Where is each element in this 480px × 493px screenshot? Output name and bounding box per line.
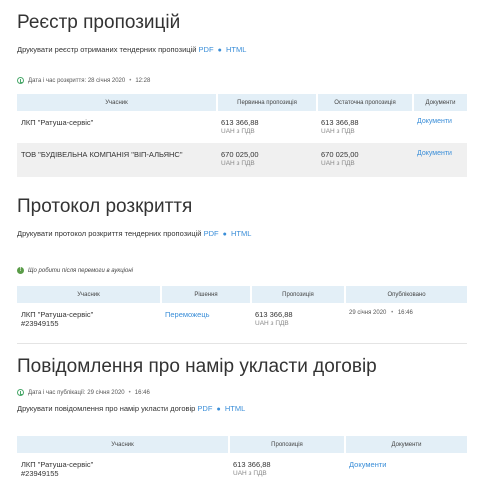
table-row: ЛКП "Ратуша-сервіс" 613 366,88 UAH з ПДВ … (17, 111, 467, 143)
col-documents: Документи (413, 94, 467, 111)
meta-separator: • (128, 389, 131, 396)
currency-label: UAH з ПДВ (321, 160, 355, 167)
col-offer: Пропозиція (251, 286, 346, 303)
link-separator-dot: ● (216, 406, 221, 413)
registry-print-line: Друкувати реєстр отриманих тендерних про… (17, 45, 246, 54)
registry-print-text: Друкувати реєстр отриманих тендерних про… (17, 45, 197, 54)
final-offer-value: 613 366,88 (321, 118, 359, 127)
meta-separator: • (391, 310, 394, 316)
currency-label: UAH з ПДВ (221, 160, 255, 167)
notice-html-link[interactable]: HTML (225, 404, 245, 413)
published-date: 29 січня 2020 (349, 310, 387, 316)
info-icon: ! (17, 267, 24, 274)
documents-link[interactable]: Документи (345, 453, 467, 491)
participant-name: ЛКП "Ратуша-сервіс" (21, 310, 94, 319)
registry-time: 12:28 (135, 77, 151, 84)
col-decision: Рішення (161, 286, 252, 303)
participant-name: ЛКП "Ратуша-сервіс" (21, 118, 94, 127)
protocol-print-text: Друкувати протокол розкриття тендерних п… (17, 229, 202, 238)
currency-label: UAH з ПДВ (321, 128, 355, 135)
notice-table: Учасник Пропозиція Документи ЛКП "Ратуша… (17, 436, 467, 491)
notice-time: 16:46 (134, 389, 150, 396)
protocol-table: Учасник Рішення Пропозиція Опубліковано … (17, 286, 467, 344)
col-initial-offer: Первинна пропозиція (217, 94, 318, 111)
col-final-offer: Остаточна пропозиція (317, 94, 414, 111)
initial-offer-value: 670 025,00 (221, 150, 259, 159)
protocol-print-line: Друкувати протокол розкриття тендерних п… (17, 229, 251, 238)
registry-date: Дата і час розкриття: 28 січня 2020 (28, 77, 126, 84)
initial-offer-value: 613 366,88 (221, 118, 259, 127)
link-separator-dot: ● (222, 231, 227, 238)
offer-value: 613 366,88 (255, 310, 293, 319)
registry-title: Реєстр пропозицій (17, 12, 181, 33)
notice-print-line: Друкувати повідомлення про намір укласти… (17, 404, 245, 413)
col-offer: Пропозиція (229, 436, 346, 453)
notice-pdf-link[interactable]: PDF (197, 404, 212, 413)
clock-icon (17, 77, 24, 84)
final-offer-value: 670 025,00 (321, 150, 359, 159)
documents-link[interactable]: Документи (413, 111, 467, 143)
meta-separator: • (129, 77, 132, 84)
currency-label: UAH з ПДВ (255, 320, 289, 327)
published-time: 16:46 (397, 310, 413, 316)
col-participant: Учасник (17, 286, 162, 303)
col-published: Опубліковано (345, 286, 467, 303)
col-participant: Учасник (17, 94, 218, 111)
table-row: ЛКП "Ратуша-сервіс" #23949155 Переможець … (17, 303, 467, 344)
notice-title: Повідомлення про намір укласти договір (17, 356, 377, 377)
notice-date: Дата і час публікації: 29 січня 2020 (28, 389, 125, 396)
registry-table: Учасник Первинна пропозиція Остаточна пр… (17, 94, 467, 177)
currency-label: UAH з ПДВ (221, 128, 255, 135)
protocol-html-link[interactable]: HTML (231, 229, 251, 238)
offer-value: 613 366,88 (233, 460, 271, 469)
table-row: ЛКП "Ратуша-сервіс" #23949155 613 366,88 U… (17, 453, 467, 491)
link-separator-dot: ● (217, 47, 222, 54)
winner-hint[interactable]: ! Що робити після перемоги в аукціоні (17, 267, 133, 274)
participant-code: #23949155 (21, 319, 59, 328)
registry-meta: Дата і час розкриття: 28 січня 2020 • 12… (17, 77, 150, 84)
protocol-title: Протокол розкриття (17, 196, 193, 217)
participant-code: #23949155 (21, 469, 59, 478)
participant-name: ТОВ "БУДІВЕЛЬНА КОМПАНІЯ "ВІП-АЛЬЯНС" (17, 143, 217, 177)
documents-link[interactable]: Документи (413, 143, 467, 177)
protocol-pdf-link[interactable]: PDF (204, 229, 219, 238)
participant-name: ЛКП "Ратуша-сервіс" (21, 460, 94, 469)
registry-pdf-link[interactable]: PDF (199, 45, 214, 54)
winner-hint-text[interactable]: Що робити після перемоги в аукціоні (28, 268, 133, 274)
clock-icon (17, 389, 24, 396)
notice-print-text: Друкувати повідомлення про намір укласти… (17, 404, 196, 413)
table-row: ТОВ "БУДІВЕЛЬНА КОМПАНІЯ "ВІП-АЛЬЯНС" 67… (17, 143, 467, 177)
col-participant: Учасник (17, 436, 230, 453)
registry-html-link[interactable]: HTML (226, 45, 246, 54)
currency-label: UAH з ПДВ (233, 470, 267, 477)
winner-link[interactable]: Переможець (161, 303, 251, 344)
notice-meta: Дата і час публікації: 29 січня 2020 • 1… (17, 389, 150, 396)
col-documents: Документи (345, 436, 467, 453)
